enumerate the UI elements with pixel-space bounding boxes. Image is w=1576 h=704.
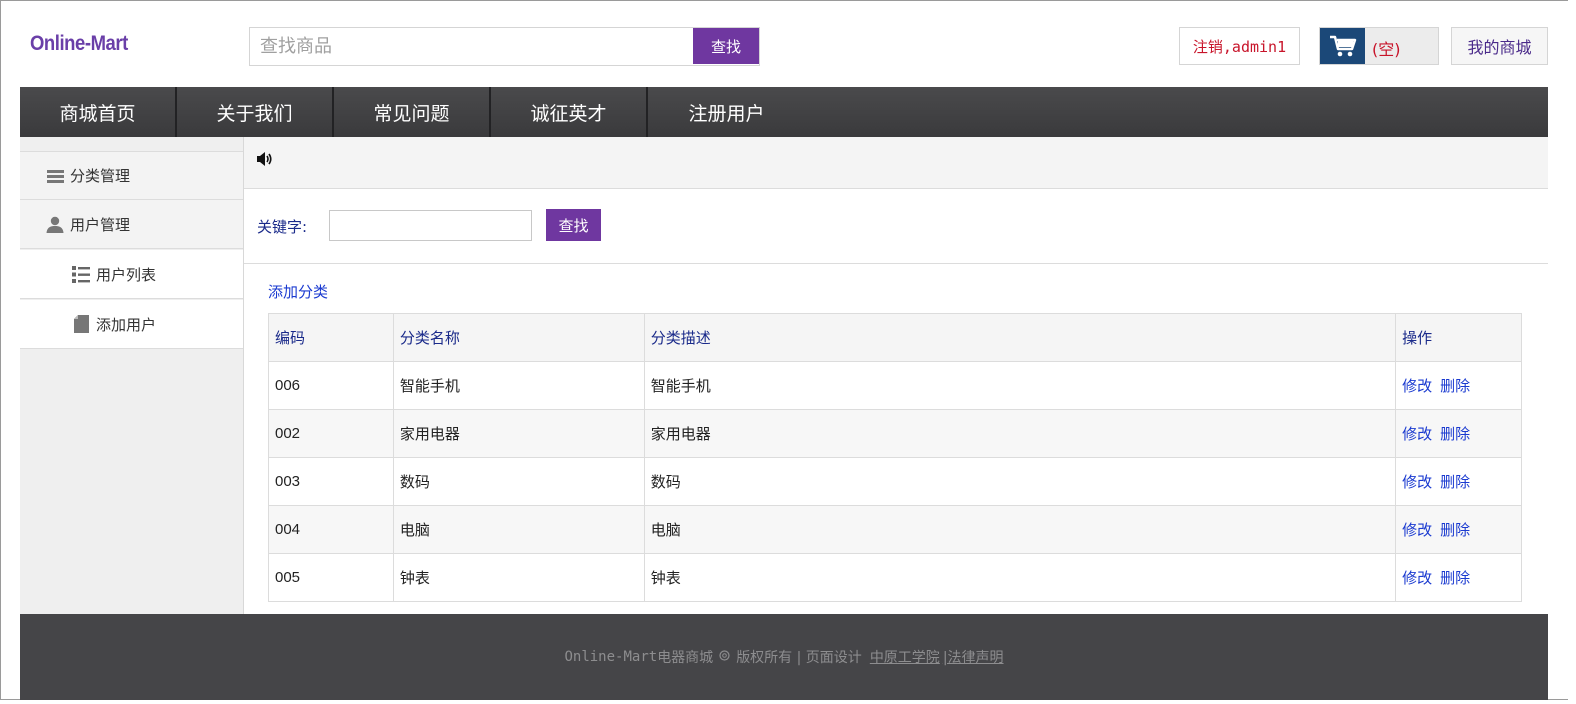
sidebar-item-user-management[interactable]: 用户管理 (20, 200, 243, 249)
copyright-icon (719, 649, 730, 665)
add-category-link[interactable]: 添加分类 (268, 281, 328, 302)
logout-button[interactable]: 注销,admin1 (1179, 27, 1300, 65)
delete-link[interactable]: 删除 (1440, 377, 1470, 395)
user-icon (46, 215, 64, 233)
logo[interactable]: Online-Mart (30, 32, 128, 56)
table-row: 004 电脑 电脑 修改 删除 (268, 505, 1522, 554)
cell-description: 智能手机 (643, 361, 1397, 410)
cell-description: 数码 (643, 457, 1397, 506)
keyword-label: 关键字: (257, 218, 308, 236)
edit-link[interactable]: 修改 (1402, 425, 1432, 443)
sidebar-item-label: 用户管理 (70, 215, 131, 234)
document-icon (72, 315, 90, 333)
edit-link[interactable]: 修改 (1402, 569, 1432, 587)
cart-icon (1320, 28, 1365, 64)
search-input[interactable] (250, 28, 693, 65)
column-header-name: 分类名称 (392, 313, 645, 362)
cell-code: 002 (268, 409, 394, 458)
cell-actions: 修改 删除 (1395, 409, 1522, 458)
keyword-input[interactable] (329, 210, 532, 241)
column-header-actions: 操作 (1395, 313, 1522, 362)
category-table: 编码 分类名称 分类描述 操作 006 智能手机 智能手机 修改 删除 002 家… (268, 313, 1522, 602)
column-header-code: 编码 (268, 313, 394, 362)
sidebar-item-category-management[interactable]: 分类管理 (20, 151, 243, 200)
filter-search-button[interactable]: 查找 (546, 209, 601, 241)
table-row: 005 钟表 钟表 修改 删除 (268, 553, 1522, 602)
speaker-icon[interactable] (256, 151, 273, 171)
bullet-list-icon (72, 265, 90, 283)
cell-code: 005 (268, 553, 394, 602)
sidebar-item-user-list[interactable]: 用户列表 (20, 250, 243, 299)
cell-description: 家用电器 (643, 409, 1397, 458)
column-header-description: 分类描述 (643, 313, 1397, 362)
table-row: 002 家用电器 家用电器 修改 删除 (268, 409, 1522, 458)
edit-link[interactable]: 修改 (1402, 377, 1432, 395)
table-row: 003 数码 数码 修改 删除 (268, 457, 1522, 506)
cell-name: 智能手机 (392, 361, 645, 410)
search-button[interactable]: 查找 (693, 28, 759, 64)
page-edge (1568, 0, 1576, 704)
my-mall-button[interactable]: 我的商城 (1451, 27, 1548, 65)
nav-item-faq[interactable]: 常见问题 (334, 87, 491, 137)
footer-brand: Online-Mart (564, 649, 658, 665)
edit-link[interactable]: 修改 (1402, 521, 1432, 539)
cell-description: 电脑 (643, 505, 1397, 554)
list-bars-icon (46, 167, 64, 185)
filter-bar: 关键字: 查找 (244, 189, 1548, 264)
cell-code: 004 (268, 505, 394, 554)
cell-name: 钟表 (392, 553, 645, 602)
sidebar: 分类管理 用户管理 用户列表 添加用户 (20, 137, 244, 614)
cart-status: (空) (1372, 40, 1401, 59)
sidebar-item-add-user[interactable]: 添加用户 (20, 300, 243, 349)
nav-item-home[interactable]: 商城首页 (20, 87, 177, 137)
main-nav: 商城首页 关于我们 常见问题 诚征英才 注册用户 (20, 87, 1548, 137)
sidebar-item-label: 添加用户 (96, 315, 157, 334)
delete-link[interactable]: 删除 (1440, 473, 1470, 491)
cell-description: 钟表 (643, 553, 1397, 602)
delete-link[interactable]: 删除 (1440, 521, 1470, 539)
delete-link[interactable]: 删除 (1440, 425, 1470, 443)
footer: Online-Mart 电器商城 版权所有 | 页面设计 中原工学院 |法律声明 (20, 614, 1548, 700)
footer-copyright: 版权所有 | 页面设计 (736, 650, 862, 666)
edit-link[interactable]: 修改 (1402, 473, 1432, 491)
footer-legal-link[interactable]: |法律声明 (943, 647, 1004, 667)
cell-actions: 修改 删除 (1395, 553, 1522, 602)
toolbar (244, 137, 1548, 189)
nav-item-register[interactable]: 注册用户 (648, 87, 805, 137)
cell-actions: 修改 删除 (1395, 457, 1522, 506)
cell-actions: 修改 删除 (1395, 361, 1522, 410)
cell-name: 家用电器 (392, 409, 645, 458)
footer-site-name: 电器商城 (657, 650, 714, 666)
footer-school-link[interactable]: 中原工学院 (870, 647, 940, 667)
cell-name: 电脑 (392, 505, 645, 554)
search-box (249, 27, 760, 66)
cart-button[interactable]: (空) (1319, 27, 1439, 65)
sidebar-item-label: 分类管理 (70, 167, 131, 185)
delete-link[interactable]: 删除 (1440, 569, 1470, 587)
table-header-row: 编码 分类名称 分类描述 操作 (268, 313, 1522, 362)
cell-code: 003 (268, 457, 394, 506)
table-row: 006 智能手机 智能手机 修改 删除 (268, 361, 1522, 410)
cell-name: 数码 (392, 457, 645, 506)
cell-code: 006 (268, 361, 394, 410)
sidebar-item-label: 用户列表 (96, 265, 157, 284)
cell-actions: 修改 删除 (1395, 505, 1522, 554)
nav-item-jobs[interactable]: 诚征英才 (491, 87, 648, 137)
nav-item-about[interactable]: 关于我们 (177, 87, 334, 137)
